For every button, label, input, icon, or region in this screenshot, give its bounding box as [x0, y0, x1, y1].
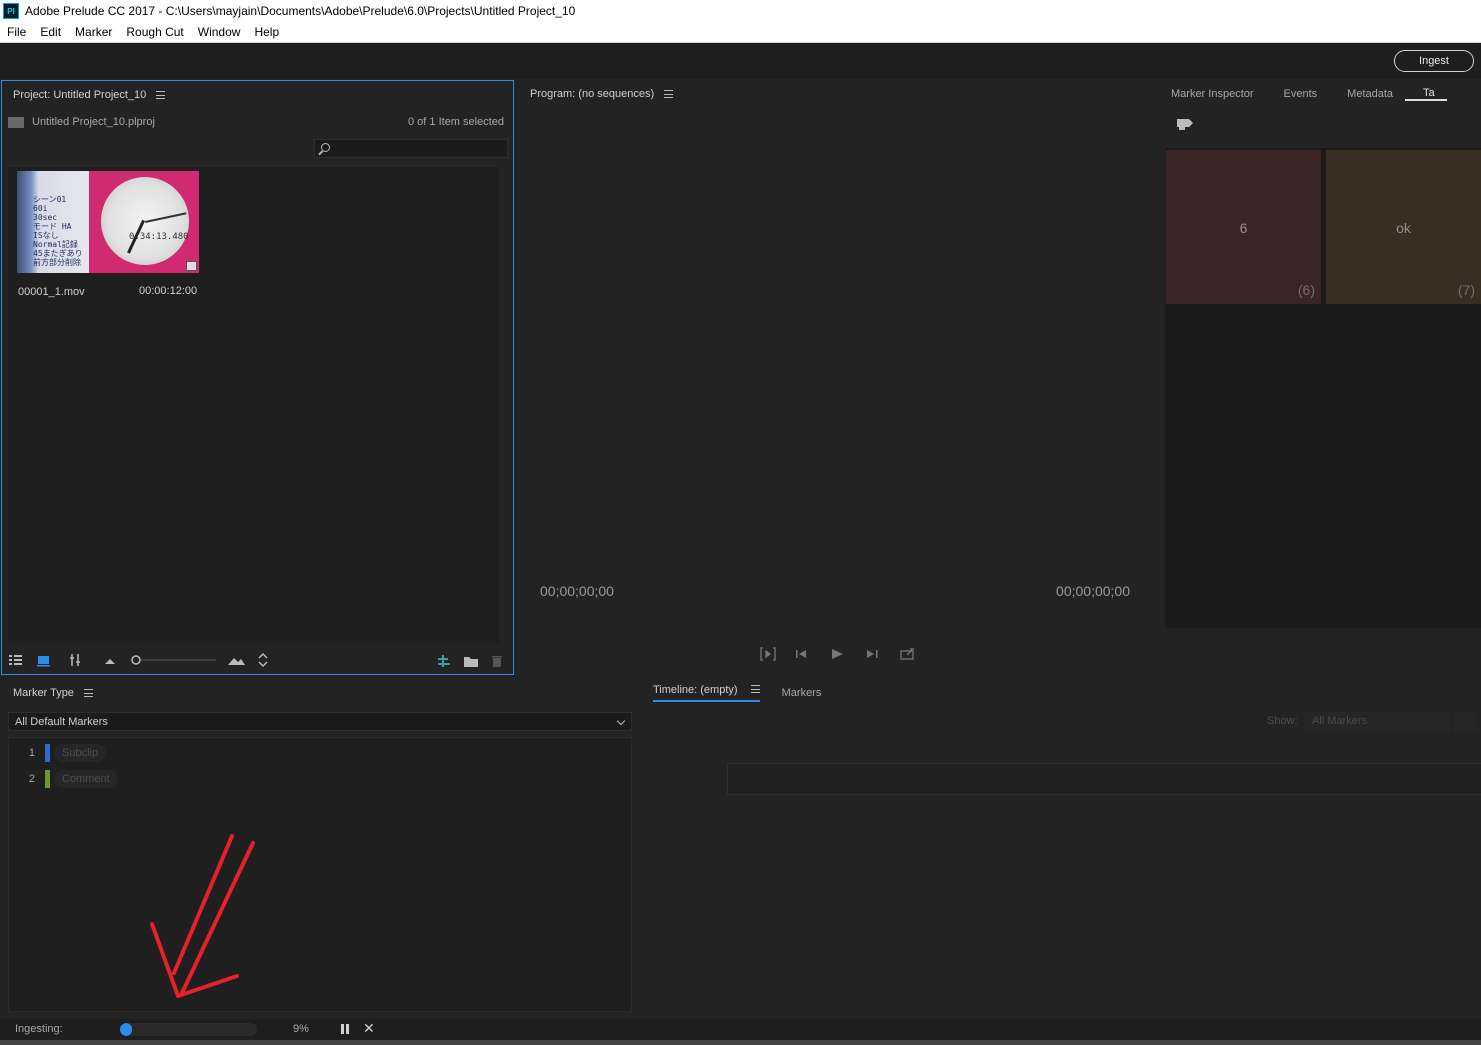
project-search-input[interactable]: [314, 139, 508, 158]
project-footer-icons: [9, 652, 502, 668]
apply-tag-icon[interactable]: [1176, 117, 1194, 131]
program-monitor-panel: Program: (no sequences) 00;00;00;00 00;0…: [516, 80, 1156, 675]
tab-markers[interactable]: Markers: [782, 687, 822, 699]
menu-window[interactable]: Window: [191, 25, 248, 39]
marker-set-select[interactable]: All Default Markers: [8, 712, 632, 731]
marker-color-swatch: [45, 744, 50, 762]
menu-file[interactable]: File: [0, 25, 33, 39]
annotation-arrow: [150, 834, 255, 998]
tag-tile[interactable]: 6 (6): [1166, 150, 1321, 304]
step-back-icon: [796, 650, 806, 658]
prelude-app-icon: Pl: [3, 3, 19, 19]
panel-menu-icon[interactable]: [83, 689, 93, 697]
program-panel-header: Program: (no sequences): [516, 80, 1156, 108]
go-to-in-out-icon: [760, 647, 776, 661]
panel-menu-icon[interactable]: [664, 90, 674, 98]
tag-name: ok: [1396, 220, 1411, 236]
play-icon: [832, 649, 843, 659]
workspace-bar: Ingest: [0, 43, 1481, 79]
transport-controls: [760, 647, 915, 661]
marker-search-button[interactable]: [1454, 711, 1476, 731]
menu-edit[interactable]: Edit: [33, 25, 68, 39]
tab-events[interactable]: Events: [1266, 88, 1330, 100]
zoom-slider-thumb: [131, 655, 141, 665]
marker-type-label: Subclip: [54, 744, 107, 762]
window-title: Adobe Prelude CC 2017 - C:\Users\mayjain…: [25, 4, 576, 18]
menu-marker[interactable]: Marker: [68, 25, 119, 39]
show-filter-select[interactable]: All Markers: [1304, 711, 1450, 731]
duration-timecode: 00;00;00;00: [1056, 583, 1130, 599]
clip-name: 00001_1.mov: [18, 286, 85, 298]
marker-type-item[interactable]: 2 Comment: [9, 769, 118, 789]
cancel-ingest-icon[interactable]: ✕: [363, 1020, 375, 1037]
program-panel-title[interactable]: Program: (no sequences): [530, 88, 654, 100]
menu-rough-cut[interactable]: Rough Cut: [119, 25, 190, 39]
list-view-icon: [9, 655, 22, 665]
metadata-panel-group: Marker Inspector Events Metadata Ta 6 (6…: [1159, 80, 1481, 675]
right-panel-tabs: Marker Inspector Events Metadata Ta: [1159, 80, 1447, 108]
tag-name: 6: [1239, 220, 1248, 236]
pause-icon[interactable]: [341, 1024, 349, 1034]
ingest-progress-bar: [120, 1023, 257, 1036]
tag-count: (7): [1457, 282, 1475, 298]
panel-menu-icon[interactable]: [750, 685, 760, 693]
thumbnail-text: シーン01 60i 30sec モード HA ISなし Normal記録 45ま…: [33, 195, 83, 267]
marker-shortcut-number: 1: [28, 747, 35, 759]
project-panel-title[interactable]: Project: Untitled Project_10: [13, 89, 146, 101]
delete-icon: [492, 656, 502, 667]
icon-view-icon: [37, 656, 50, 667]
marker-type-title[interactable]: Marker Type: [13, 687, 74, 699]
zoom-in-icon: [228, 658, 245, 665]
clip-metadata-badge-icon: [186, 261, 197, 271]
ingest-button[interactable]: Ingest: [1394, 50, 1474, 72]
step-forward-icon: [867, 650, 878, 658]
project-file-name: Untitled Project_10.plproj: [32, 116, 155, 128]
project-item-grid: シーン01 60i 30sec モード HA ISなし Normal記録 45ま…: [8, 165, 499, 643]
desktop-background-strip: [0, 1040, 1481, 1045]
ingest-percent: 9%: [293, 1023, 309, 1035]
project-panel-header: Project: Untitled Project_10: [2, 81, 513, 109]
clip-thumbnail[interactable]: シーン01 60i 30sec モード HA ISなし Normal記録 45ま…: [17, 171, 199, 273]
project-panel: Project: Untitled Project_10 Untitled Pr…: [1, 80, 514, 675]
tab-tags[interactable]: Ta: [1405, 87, 1447, 101]
timeline-header: Timeline: (empty) Markers: [641, 679, 1481, 707]
automate-to-sequence-icon: [258, 652, 268, 668]
project-path: Untitled Project_10.plproj 0 of 1 Item s…: [8, 116, 508, 128]
marker-type-header: Marker Type: [1, 679, 637, 707]
tag-tile[interactable]: ok (7): [1326, 150, 1481, 304]
search-icon: [321, 143, 330, 152]
show-filter-label: Show:: [1267, 715, 1298, 727]
zoom-out-icon: [105, 659, 115, 664]
selection-count: 0 of 1 Item selected: [408, 116, 504, 128]
title-bar: Pl Adobe Prelude CC 2017 - C:\Users\mayj…: [0, 0, 1481, 22]
tag-count: (6): [1297, 282, 1315, 298]
marker-color-swatch: [45, 770, 50, 788]
tab-timeline[interactable]: Timeline: (empty): [653, 684, 760, 702]
sort-icons-icon: [70, 654, 80, 666]
clip-duration: 00:00:12:00: [139, 285, 198, 297]
project-file-icon: [8, 116, 24, 128]
project-footer-toolbar: [2, 644, 513, 674]
marker-type-list: 1 Subclip 2 Comment: [8, 737, 632, 1012]
menu-bar: File Edit Marker Rough Cut Window Help: [0, 22, 1481, 43]
timeline-track-area[interactable]: [727, 763, 1481, 795]
new-bin-icon: [464, 657, 478, 667]
menu-help[interactable]: Help: [247, 25, 286, 39]
current-timecode[interactable]: 00;00;00;00: [540, 583, 614, 599]
ingest-status-label: Ingesting:: [15, 1023, 63, 1035]
marker-type-panel: Marker Type All Default Markers 1 Subcli…: [1, 679, 637, 1016]
chevron-down-icon: [616, 716, 626, 726]
clock-image: 0:34:13.480: [101, 177, 189, 265]
export-frame-icon: [900, 648, 915, 660]
tag-grid: 6 (6) ok (7): [1165, 148, 1481, 628]
marker-shortcut-number: 2: [28, 773, 35, 785]
timeline-panel: Timeline: (empty) Markers Show: All Mark…: [641, 679, 1481, 1016]
panel-menu-icon[interactable]: [156, 91, 166, 99]
marker-type-item[interactable]: 1 Subclip: [9, 743, 107, 763]
new-rough-cut-icon: [438, 655, 450, 667]
tab-metadata[interactable]: Metadata: [1329, 88, 1405, 100]
marker-type-label: Comment: [54, 770, 118, 788]
tab-marker-inspector[interactable]: Marker Inspector: [1159, 88, 1266, 100]
ingest-progress-fill: [120, 1023, 133, 1036]
